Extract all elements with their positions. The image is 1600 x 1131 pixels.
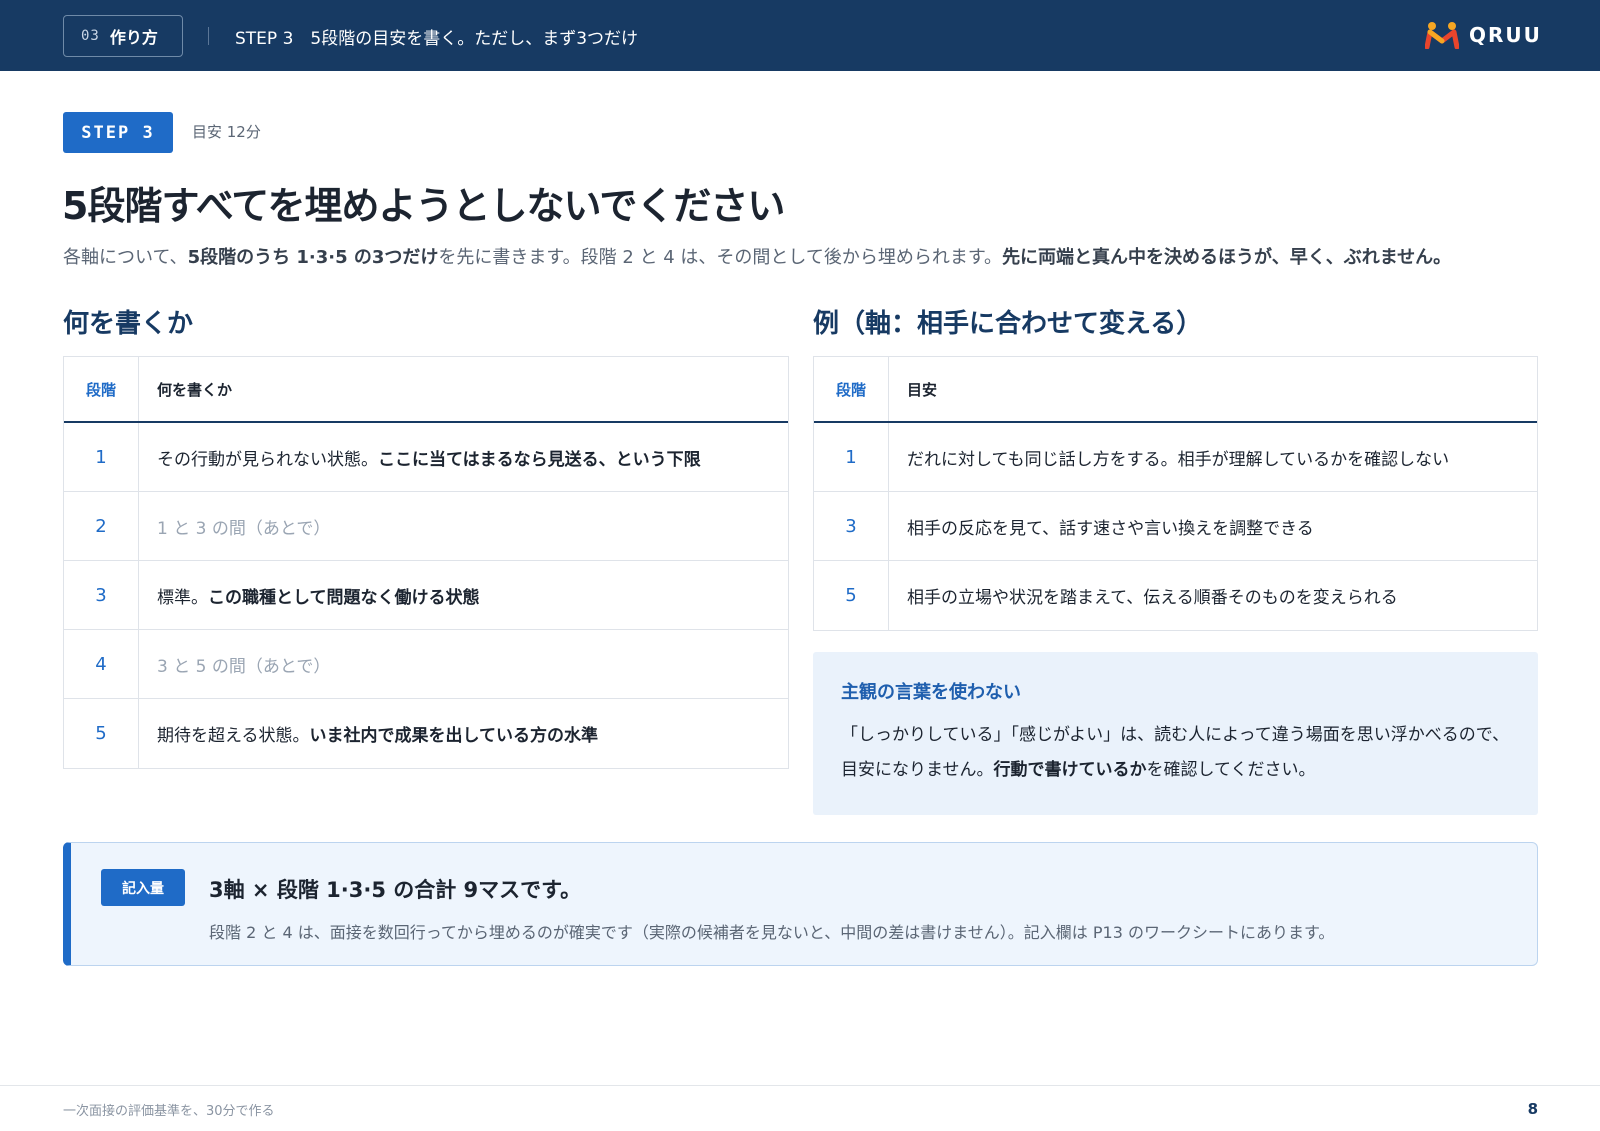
- stage-number: 1: [64, 423, 139, 491]
- table-header: 段階 何を書くか: [64, 357, 788, 423]
- stage-description: 3 と 5 の間（あとで）: [157, 656, 331, 677]
- logo-text: QRUU: [1469, 23, 1542, 47]
- stage-number: 5: [64, 699, 139, 768]
- page-number: 8: [1527, 1100, 1538, 1118]
- col-content-header: 何を書くか: [157, 380, 233, 399]
- footer-divider: [0, 1085, 1600, 1086]
- header-divider: [208, 27, 209, 45]
- entry-amount-badge: 記入量: [101, 869, 185, 906]
- note-title: 主観の言葉を使わない: [841, 682, 1021, 703]
- table-row: 3 相手の反応を見て、話す速さや言い換えを調整できる: [814, 492, 1537, 561]
- left-heading: 何を書くか: [63, 309, 194, 339]
- stage-number: 3: [814, 492, 889, 560]
- stage-number: 2: [64, 492, 139, 560]
- table-row: 2 1 と 3 の間（あとで）: [64, 492, 788, 561]
- logo-mark-icon: [1425, 22, 1459, 49]
- footer-doc-title: 一次面接の評価基準を、30分で作る: [63, 1104, 275, 1119]
- right-heading: 例（軸：相手に合わせて変える）: [813, 309, 1203, 339]
- page-title: 5段階すべてを埋めようとしないでください: [62, 184, 785, 228]
- table-row: 5 期待を超える状態。 いま社内で成果を出している方の水準: [64, 699, 788, 768]
- summary-text: 段階 2 と 4 は、面接を数回行ってから埋めるのが確実です（実際の候補者を見な…: [209, 923, 1335, 942]
- stage-description: 標準。 この職種として問題なく働ける状態: [157, 587, 480, 608]
- example-table: 段階 目安 1 だれに対しても同じ話し方をする。相手が理解しているかを確認しない…: [813, 356, 1538, 631]
- example-text: 相手の反応を見て、話す速さや言い換えを調整できる: [907, 518, 1314, 539]
- stage-description: その行動が見られない状態。 ここに当てはまるなら見送る、という下限: [157, 449, 701, 470]
- step-badge: STEP 3: [63, 112, 173, 153]
- example-text: だれに対しても同じ話し方をする。相手が理解しているかを確認しない: [907, 449, 1450, 470]
- table-row: 5 相手の立場や状況を踏まえて、伝える順番そのものを変えられる: [814, 561, 1537, 630]
- stage-number: 4: [64, 630, 139, 698]
- table-header: 段階 目安: [814, 357, 1537, 423]
- table-row: 1 その行動が見られない状態。 ここに当てはまるなら見送る、という下限: [64, 423, 788, 492]
- stage-number: 1: [814, 423, 889, 491]
- note-body: 「しっかりしている」「感じがよい」は、読む人によって違う場面を思い浮かべるので、…: [841, 725, 1510, 780]
- stage-number: 3: [64, 561, 139, 629]
- stage-number: 5: [814, 561, 889, 630]
- section-number: 03: [81, 28, 100, 44]
- summary-title: 3軸 × 段階 1·3·5 の合計 9マスです。: [209, 878, 582, 902]
- section-label: 03 作り方: [63, 15, 183, 57]
- section-name: 作り方: [109, 28, 158, 47]
- stage-description: 期待を超える状態。 いま社内で成果を出している方の水準: [157, 726, 598, 746]
- top-header: 03 作り方 STEP 3 5段階の目安を書く。ただし、まず3つだけ QRUU: [0, 0, 1600, 71]
- col-stage-header: 段階: [814, 357, 889, 421]
- col-guideline-header: 目安: [907, 380, 938, 399]
- col-stage-header: 段階: [64, 357, 139, 421]
- what-to-write-table: 段階 何を書くか 1 その行動が見られない状態。 ここに当てはまるなら見送る、とい…: [63, 356, 789, 769]
- qruu-logo: QRUU: [1425, 21, 1542, 49]
- header-step-title: STEP 3 5段階の目安を書く。ただし、まず3つだけ: [235, 29, 639, 49]
- table-row: 3 標準。 この職種として問題なく働ける状態: [64, 561, 788, 630]
- entry-amount-box: 記入量 3軸 × 段階 1·3·5 の合計 9マスです。 段階 2 と 4 は、…: [63, 842, 1538, 966]
- table-row: 4 3 と 5 の間（あとで）: [64, 630, 788, 699]
- subjective-words-note: 主観の言葉を使わない 「しっかりしている」「感じがよい」は、読む人によって違う場…: [813, 652, 1538, 815]
- example-text: 相手の立場や状況を踏まえて、伝える順番そのものを変えられる: [907, 588, 1398, 608]
- stage-description: 1 と 3 の間（あとで）: [157, 518, 331, 539]
- lead-paragraph: 各軸について、5段階のうち 1·3·5 の3つだけを先に書きます。段階 2 と …: [63, 247, 1452, 268]
- table-row: 1 だれに対しても同じ話し方をする。相手が理解しているかを確認しない: [814, 423, 1537, 492]
- time-estimate: 目安 12分: [192, 123, 261, 141]
